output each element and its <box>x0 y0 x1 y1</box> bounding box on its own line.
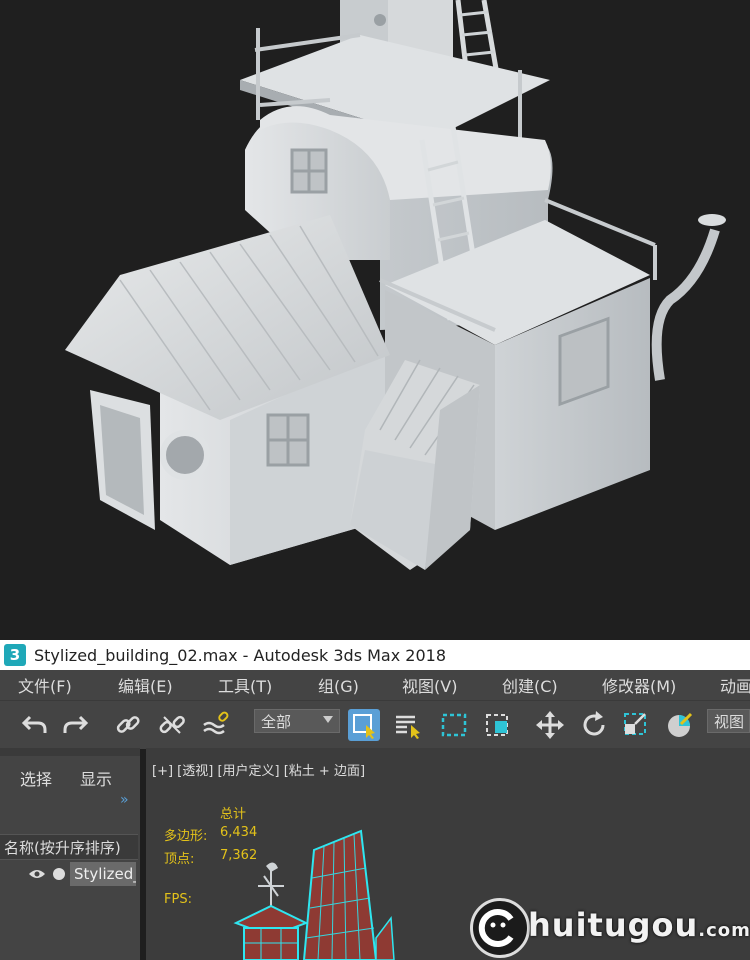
select-object-icon[interactable] <box>348 709 380 741</box>
tab-display[interactable]: 显示 <box>80 766 112 790</box>
stylized-building-render <box>65 0 726 570</box>
selection-filter-value: 全部 <box>261 712 292 731</box>
vertex-count-label: 顶点: <box>164 852 195 867</box>
vertex-count-value: 7,362 <box>220 848 258 863</box>
window-title-bar: 3 Stylized_building_02.max - Autodesk 3d… <box>0 640 750 670</box>
undo-icon[interactable] <box>18 709 50 741</box>
window-title: Stylized_building_02.max - Autodesk 3ds … <box>34 645 446 665</box>
move-icon[interactable] <box>534 709 566 741</box>
object-name-cell[interactable]: Stylized_ <box>70 862 136 886</box>
reference-coordinate-system-dropdown[interactable]: 视图 <box>707 709 750 733</box>
rotate-icon[interactable] <box>578 709 610 741</box>
list-item[interactable]: Stylized_ <box>0 862 140 886</box>
menu-tools[interactable]: 工具(T) <box>218 673 272 697</box>
menu-group[interactable]: 组(G) <box>318 673 359 697</box>
stats-total-heading: 总计 <box>220 807 247 822</box>
select-by-name-icon[interactable] <box>392 709 424 741</box>
menu-create[interactable]: 创建(C) <box>502 673 558 697</box>
watermark: huitugou.com <box>528 906 750 944</box>
menu-bar: 文件(F) 编辑(E) 工具(T) 组(G) 视图(V) 创建(C) 修改器(M… <box>0 670 750 700</box>
clay-render-preview <box>0 0 750 640</box>
3ds-max-logo-icon: 3 <box>4 644 26 666</box>
menu-animation[interactable]: 动画 <box>720 673 750 697</box>
freeze-toggle-icon[interactable] <box>52 867 66 881</box>
column-header-name: 名称(按升序排序) <box>4 838 121 857</box>
chevron-down-icon <box>323 716 333 723</box>
reference-coordinate-label: 视图 <box>714 712 745 731</box>
unlink-icon[interactable] <box>156 709 188 741</box>
main-toolbar <box>0 700 750 749</box>
huitugou-logo-icon <box>470 898 530 958</box>
column-header[interactable]: 名称(按升序排序) <box>0 834 138 860</box>
tab-select[interactable]: 选择 <box>20 766 52 790</box>
menu-edit[interactable]: 编辑(E) <box>118 673 173 697</box>
menu-file[interactable]: 文件(F) <box>18 673 72 697</box>
redo-icon[interactable] <box>60 709 92 741</box>
eye-icon[interactable] <box>28 868 46 880</box>
menu-views[interactable]: 视图(V) <box>402 673 457 697</box>
reference-coordinate-icon[interactable] <box>664 709 696 741</box>
scale-icon[interactable] <box>620 709 652 741</box>
selection-filter-dropdown[interactable]: 全部 <box>254 709 340 733</box>
watermark-suffix: .com <box>698 920 750 941</box>
menu-modifiers[interactable]: 修改器(M) <box>602 673 676 697</box>
rectangular-selection-icon[interactable] <box>438 709 470 741</box>
scene-explorer-panel: 选择 显示 » 名称(按升序排序) Stylized_ <box>0 748 140 960</box>
window-crossing-icon[interactable] <box>482 709 514 741</box>
bind-space-warp-icon[interactable] <box>200 709 232 741</box>
viewport-label-menu[interactable]: [+] [透视] [用户定义] [粘土 + 边面] <box>152 760 365 779</box>
polygon-count-value: 6,434 <box>220 825 258 840</box>
expand-panel-icon[interactable]: » <box>120 792 129 808</box>
link-icon[interactable] <box>112 709 144 741</box>
panel-divider <box>0 748 140 756</box>
polygon-count-label: 多边形: <box>164 829 208 844</box>
object-name: Stylized_ <box>74 865 136 883</box>
watermark-text: huitugou <box>528 906 699 944</box>
fps-label: FPS: <box>164 892 192 907</box>
